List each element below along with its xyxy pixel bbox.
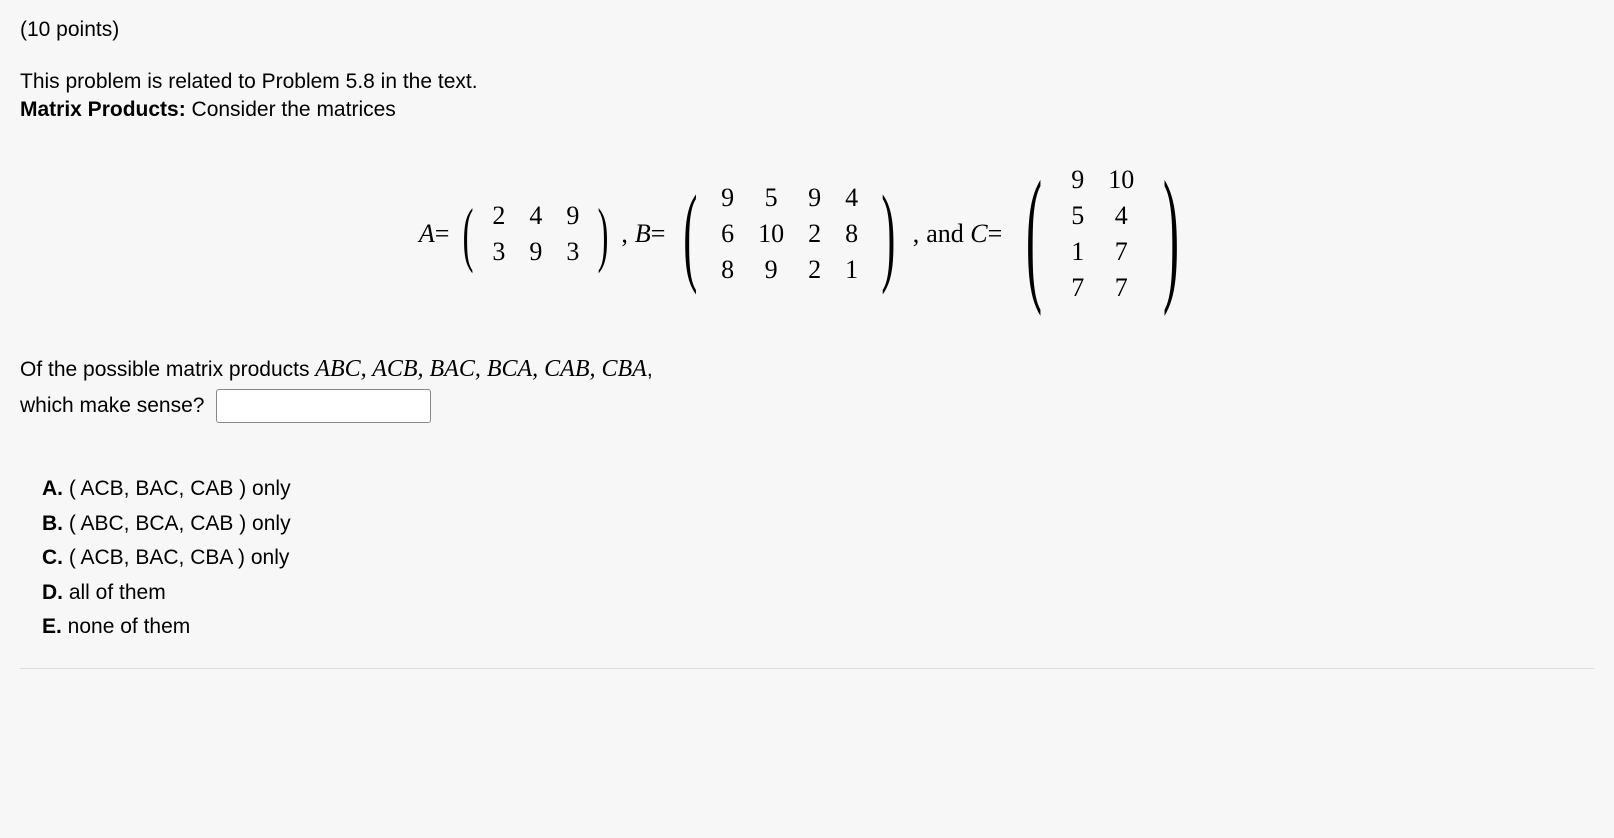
matrix-cell: 9 — [1059, 162, 1096, 198]
points-label: (10 points) — [20, 18, 1594, 42]
option-text: ( ABC, BCA, CAB ) only — [63, 512, 291, 535]
option-text: ( ACB, BAC, CBA ) only — [63, 546, 289, 569]
option-letter: E. — [42, 615, 62, 638]
equals-sign: = — [435, 219, 450, 249]
matrix-B-content: 9594610288921 — [709, 180, 870, 288]
answer-input[interactable] — [216, 389, 431, 423]
matrix-cell: 9 — [796, 180, 833, 216]
matrix-cell: 6 — [709, 216, 746, 252]
heading-rest: Consider the matrices — [186, 98, 396, 121]
matrix-cell: 8 — [709, 252, 746, 288]
matrix-cell: 7 — [1059, 270, 1096, 306]
option-letter: C. — [42, 546, 63, 569]
option-letter: B. — [42, 512, 63, 535]
comma: , — [913, 219, 920, 249]
matrix-cell: 4 — [833, 180, 870, 216]
matrix-cell: 1 — [1059, 234, 1096, 270]
matrix-cell: 2 — [480, 198, 517, 234]
option-row: E. none of them — [42, 611, 1594, 644]
question-prefix: Of the possible matrix products — [20, 358, 315, 381]
right-paren: ) — [881, 189, 895, 279]
matrix-cell: 10 — [1096, 162, 1146, 198]
option-row: C. ( ACB, BAC, CBA ) only — [42, 542, 1594, 575]
question-line-2: which make sense? — [20, 394, 204, 418]
matrices-display: A = ( 249393 ) , B = ( 9594610288921 ) ,… — [20, 162, 1594, 306]
comma: , — [621, 219, 628, 249]
left-paren: ( — [1026, 174, 1042, 294]
divider — [20, 668, 1594, 669]
matrix-cell: 5 — [1059, 198, 1096, 234]
matrix-A-content: 249393 — [480, 198, 591, 270]
option-text: all of them — [63, 581, 166, 604]
right-paren: ) — [1163, 174, 1179, 294]
matrix-A: ( 249393 ) — [456, 198, 615, 270]
matrix-cell: 4 — [517, 198, 554, 234]
intro-text: This problem is related to Problem 5.8 i… — [20, 70, 1594, 94]
option-row: D. all of them — [42, 577, 1594, 610]
equals-sign: = — [988, 219, 1003, 249]
option-row: B. ( ABC, BCA, CAB ) only — [42, 508, 1594, 541]
matrix-A-label: A — [419, 219, 435, 249]
matrix-B-label: B — [635, 219, 651, 249]
question-suffix: , — [647, 358, 653, 381]
matrix-C: ( 910541777 ) — [1009, 162, 1196, 306]
matrix-cell: 3 — [554, 234, 591, 270]
question-line-1: Of the possible matrix products ABC, ACB… — [20, 356, 1594, 383]
and-text: and — [926, 219, 964, 249]
matrix-products-heading: Matrix Products: Consider the matrices — [20, 98, 1594, 122]
matrix-cell: 4 — [1096, 198, 1146, 234]
right-paren: ) — [598, 204, 609, 264]
matrix-cell: 9 — [554, 198, 591, 234]
left-paren: ( — [684, 189, 698, 279]
option-text: none of them — [62, 615, 190, 638]
matrix-cell: 7 — [1096, 270, 1146, 306]
matrix-cell: 2 — [796, 216, 833, 252]
product-list: ABC, ACB, BAC, BCA, CAB, CBA — [315, 356, 647, 382]
left-paren: ( — [463, 204, 474, 264]
matrix-cell: 8 — [833, 216, 870, 252]
option-letter: A. — [42, 477, 63, 500]
matrix-cell: 3 — [480, 234, 517, 270]
option-letter: D. — [42, 581, 63, 604]
matrix-cell: 9 — [517, 234, 554, 270]
matrix-cell: 9 — [709, 180, 746, 216]
matrix-cell: 2 — [796, 252, 833, 288]
option-row: A. ( ACB, BAC, CAB ) only — [42, 473, 1594, 506]
matrix-B: ( 9594610288921 ) — [672, 180, 906, 288]
matrix-cell: 1 — [833, 252, 870, 288]
matrix-C-content: 910541777 — [1059, 162, 1146, 306]
matrix-cell: 7 — [1096, 234, 1146, 270]
options-list: A. ( ACB, BAC, CAB ) onlyB. ( ABC, BCA, … — [42, 473, 1594, 644]
option-text: ( ACB, BAC, CAB ) only — [63, 477, 291, 500]
matrix-cell: 5 — [746, 180, 796, 216]
heading-bold: Matrix Products: — [20, 98, 186, 121]
equals-sign: = — [651, 219, 666, 249]
matrix-cell: 9 — [746, 252, 796, 288]
matrix-C-label: C — [970, 219, 987, 249]
matrix-cell: 10 — [746, 216, 796, 252]
